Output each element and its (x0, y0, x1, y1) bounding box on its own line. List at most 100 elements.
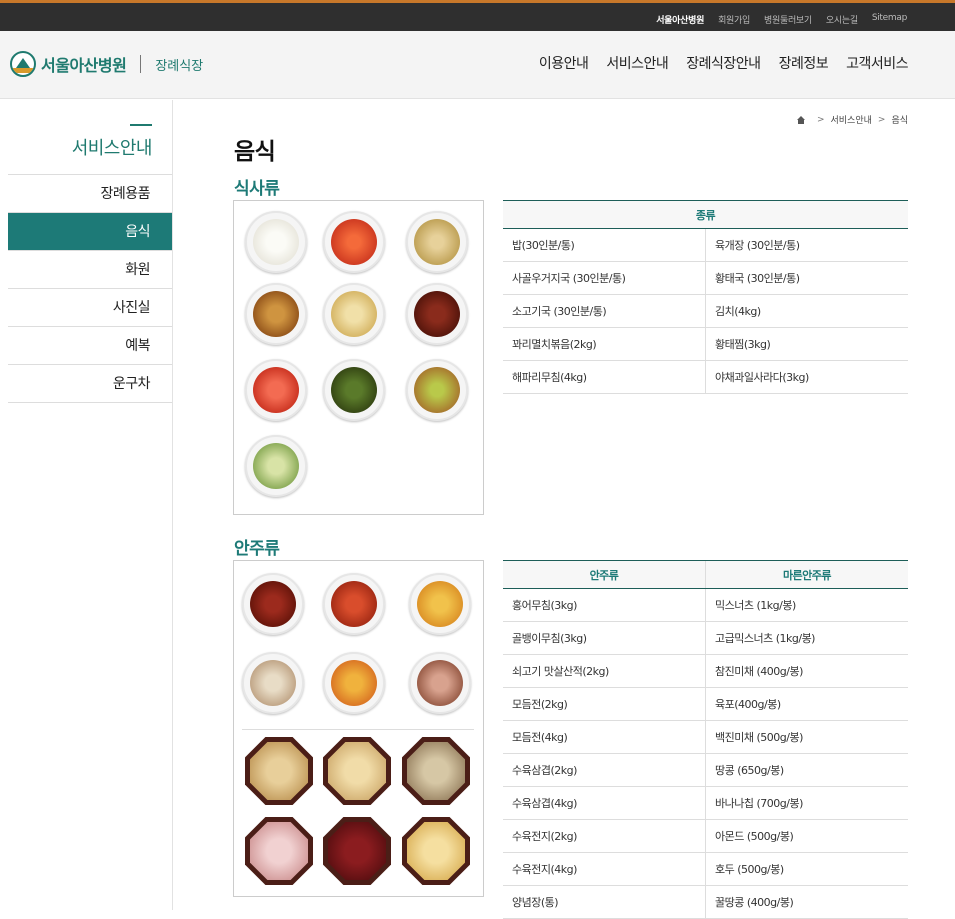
table-row: 소고기국 (30인분/통) 김치(4kg) (503, 294, 908, 328)
dish-image (245, 211, 307, 273)
page-title: 음식 (234, 139, 276, 165)
table-header: 안주류 (503, 560, 706, 589)
sidebar-item-hearse[interactable]: 운구차 (8, 365, 172, 403)
sidebar: 서비스안내 장례용품 음식 화원 사진실 예복 운구차 (8, 100, 173, 910)
dish-image (242, 573, 304, 635)
sidebar-item-food[interactable]: 음식 (8, 213, 172, 251)
nav-item-facility[interactable]: 장례식장안내 (686, 53, 761, 73)
dish-image (323, 573, 385, 635)
hospital-emblem-icon (10, 51, 36, 77)
table-row: 수육전지(4kg) 호두 (500g/봉) (503, 852, 908, 886)
dry-snack-image (323, 817, 391, 885)
utility-link-sitemap[interactable]: Sitemap (872, 13, 907, 26)
sidebar-item-attire[interactable]: 예복 (8, 327, 172, 365)
table-cell: 밥(30인분/통) (503, 228, 706, 262)
snacks-photo (233, 560, 484, 897)
table-cell: 양념장(통) (503, 885, 706, 919)
table-row: 밥(30인분/통) 육개장 (30인분/통) (503, 228, 908, 262)
table-cell: 고급믹스너츠 (1kg/봉) (705, 621, 908, 655)
dish-image (406, 359, 468, 421)
table-cell: 소고기국 (30인분/통) (503, 294, 706, 328)
section-title-snacks: 안주류 (234, 539, 280, 559)
table-row: 양념장(통) 꿀땅콩 (400g/봉) (503, 885, 908, 919)
logo-divider (140, 55, 142, 73)
table-row: 홍어무침(3kg) 믹스너츠 (1kg/봉) (503, 588, 908, 622)
sidebar-item-supplies[interactable]: 장례용품 (8, 175, 172, 213)
logo-text: 서울아산병원 (41, 56, 127, 75)
dish-image (245, 435, 307, 497)
site-name: 장례식장 (155, 58, 204, 74)
table-cell: 백진미채 (500g/봉) (705, 720, 908, 754)
table-cell: 수육전지(4kg) (503, 852, 706, 886)
table-row: 꽈리멸치볶음(2kg) 황태찜(3kg) (503, 327, 908, 361)
sidebar-item-photo[interactable]: 사진실 (8, 289, 172, 327)
table-cell: 쇠고기 맛살산적(2kg) (503, 654, 706, 688)
site-logo[interactable]: 서울아산병원 장례식장 (10, 51, 203, 77)
table-row: 골뱅이무침(3kg) 고급믹스너츠 (1kg/봉) (503, 621, 908, 655)
dish-image (406, 283, 468, 345)
table-cell: 김치(4kg) (705, 294, 908, 328)
nav-item-services[interactable]: 서비스안내 (606, 53, 668, 73)
table-cell: 꽈리멸치볶음(2kg) (503, 327, 706, 361)
main-nav: 이용안내 서비스안내 장례식장안내 장례정보 고객서비스 (521, 53, 909, 73)
dry-snack-image (323, 737, 391, 805)
table-cell: 육개장 (30인분/통) (705, 228, 908, 262)
table-cell: 수육전지(2kg) (503, 819, 706, 853)
dry-snack-image (245, 737, 313, 805)
section-title-meals: 식사류 (234, 179, 280, 199)
table-cell: 모듬전(4kg) (503, 720, 706, 754)
sidebar-title-bar (130, 124, 152, 126)
dry-snack-image (245, 817, 313, 885)
meals-table: 종류 밥(30인분/통) 육개장 (30인분/통) 사골우거지국 (30인분/통)… (503, 200, 908, 394)
dish-image (323, 283, 385, 345)
table-cell: 수육삼겹(4kg) (503, 786, 706, 820)
sidebar-header: 서비스안내 (8, 100, 172, 175)
table-row: 수육삼겹(4kg) 바나나칩 (700g/봉) (503, 786, 908, 820)
nav-item-customer[interactable]: 고객서비스 (846, 53, 908, 73)
chevron-right-icon: > (816, 114, 825, 125)
dish-image (245, 359, 307, 421)
table-cell: 야채과일사라다(3kg) (705, 360, 908, 394)
utility-link-directions[interactable]: 오시는길 (826, 13, 858, 26)
meals-photo (233, 200, 484, 515)
table-row: 수육전지(2kg) 아몬드 (500g/봉) (503, 819, 908, 853)
table-cell: 호두 (500g/봉) (705, 852, 908, 886)
table-cell: 홍어무침(3kg) (503, 588, 706, 622)
table-cell: 해파리무침(4kg) (503, 360, 706, 394)
table-cell: 바나나칩 (700g/봉) (705, 786, 908, 820)
table-cell: 참진미채 (400g/봉) (705, 654, 908, 688)
table-cell: 아몬드 (500g/봉) (705, 819, 908, 853)
dish-image (245, 283, 307, 345)
breadcrumb-current: 음식 (891, 116, 908, 126)
dish-image (406, 211, 468, 273)
utility-link-hospital[interactable]: 서울아산병원 (656, 13, 704, 26)
dish-image (409, 573, 471, 635)
utility-bar: 서울아산병원 회원가입 병원둘러보기 오시는길 Sitemap (0, 0, 955, 31)
table-cell: 육포(400g/봉) (705, 687, 908, 721)
dish-image (323, 652, 385, 714)
utility-link-tour[interactable]: 병원둘러보기 (764, 13, 812, 26)
table-row: 사골우거지국 (30인분/통) 황태국 (30인분/통) (503, 261, 908, 295)
table-cell: 황태찜(3kg) (705, 327, 908, 361)
table-cell: 믹스너츠 (1kg/봉) (705, 588, 908, 622)
table-cell: 수육삼겹(2kg) (503, 753, 706, 787)
dish-image (242, 652, 304, 714)
dish-image (323, 211, 385, 273)
table-cell: 모듬전(2kg) (503, 687, 706, 721)
table-header: 종류 (503, 200, 908, 229)
table-cell: 사골우거지국 (30인분/통) (503, 261, 706, 295)
table-cell: 땅콩 (650g/봉) (705, 753, 908, 787)
breadcrumb-item[interactable]: 서비스안내 (830, 113, 871, 126)
sidebar-title: 서비스안내 (71, 138, 153, 159)
breadcrumb: > 서비스안내 > 음식 (796, 113, 908, 126)
table-row: 해파리무침(4kg) 야채과일사라다(3kg) (503, 360, 908, 394)
nav-item-usage[interactable]: 이용안내 (539, 53, 589, 73)
home-icon[interactable] (796, 115, 805, 124)
dish-image (409, 652, 471, 714)
photo-divider (242, 729, 474, 730)
sidebar-item-flowers[interactable]: 화원 (8, 251, 172, 289)
chevron-right-icon: > (877, 114, 886, 125)
utility-links: 서울아산병원 회원가입 병원둘러보기 오시는길 Sitemap (642, 13, 907, 26)
utility-link-join[interactable]: 회원가입 (718, 13, 750, 26)
nav-item-info[interactable]: 장례정보 (779, 53, 829, 73)
